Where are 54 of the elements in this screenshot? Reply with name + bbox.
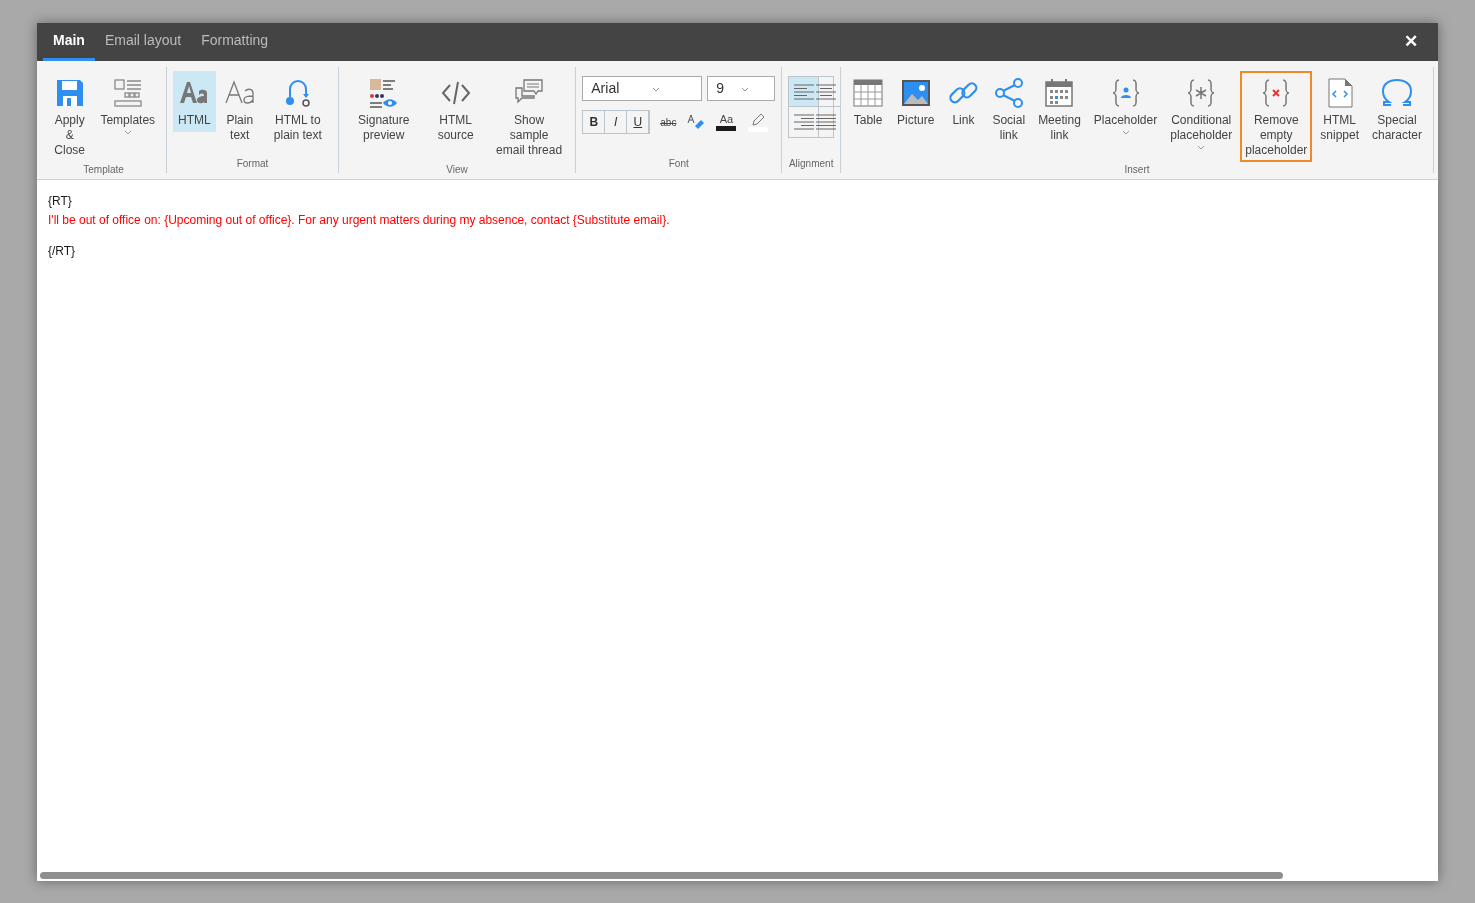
ribbon-button[interactable]: Special character <box>1367 71 1427 147</box>
ribbon-button[interactable]: HTML snippet <box>1315 71 1364 147</box>
scrollbar[interactable] <box>40 872 1283 879</box>
style-toggle[interactable]: U <box>627 111 650 133</box>
font-family-select[interactable]: Arial <box>582 76 703 101</box>
strikethrough-button[interactable]: abc <box>658 114 679 130</box>
caret-icon <box>741 87 750 92</box>
editor-text: I'll be out of office on: {Upcoming out of office}. For any urgent matters during my absence, contact {Substitute email}. <box>48 212 671 229</box>
ribbon-button[interactable]: Link <box>942 71 985 132</box>
ribbon-button[interactable]: HTML <box>173 71 216 132</box>
table-icon <box>852 77 885 109</box>
tab[interactable]: Formatting <box>191 23 279 61</box>
eraser-icon[interactable] <box>686 113 707 131</box>
close-button[interactable]: ✕ <box>1390 23 1432 61</box>
group-label: View <box>446 163 468 177</box>
editor-text: {/RT} <box>48 243 77 260</box>
group-label: Insert <box>1124 163 1150 177</box>
pencil-icon <box>750 112 767 127</box>
editor-text: {RT} <box>48 193 73 210</box>
group-label: Font <box>668 157 689 171</box>
image-icon <box>899 77 932 109</box>
calendar-icon <box>1043 77 1076 109</box>
align-button[interactable] <box>789 77 820 107</box>
ribbon-button[interactable]: Table <box>847 71 890 132</box>
ribbon-button[interactable]: Templates <box>95 71 161 139</box>
ribbon-button[interactable]: Picture <box>892 71 940 132</box>
ribbon-button[interactable]: Social link <box>987 71 1031 147</box>
align-icon <box>814 82 839 101</box>
group-label: Alignment <box>788 157 834 171</box>
ribbon-button[interactable]: Conditional placeholder <box>1165 71 1238 154</box>
group-label: Template <box>83 163 124 177</box>
ribbon-button[interactable]: HTML source <box>425 71 486 147</box>
group-label: Format <box>236 157 269 171</box>
ribbon-button[interactable]: Placeholder <box>1088 71 1163 139</box>
ribbon-button[interactable]: Apply & Close <box>47 71 93 162</box>
ribbon-button[interactable]: Remove empty placeholder <box>1240 71 1313 162</box>
tab[interactable]: Email layout <box>94 23 192 61</box>
style-toggle[interactable]: I <box>605 111 628 133</box>
align-icon <box>791 82 816 101</box>
omega-icon <box>1381 77 1413 109</box>
share-icon <box>992 77 1025 109</box>
caret-icon <box>652 87 661 92</box>
layout-template-icon <box>111 77 144 109</box>
align-icon <box>791 113 816 131</box>
font-color-button[interactable]: Aa <box>714 113 739 131</box>
highlight-button[interactable] <box>746 112 771 132</box>
ribbon-button[interactable]: HTML to plain text <box>263 71 332 147</box>
align-icon <box>814 113 839 131</box>
ribbon-button[interactable]: Meeting link <box>1033 71 1086 147</box>
ribbon-button[interactable]: Show sample email thread <box>488 71 570 162</box>
ribbon-button[interactable]: Signature preview <box>344 71 423 147</box>
ribbon-button[interactable]: Plain text <box>218 71 261 147</box>
font-size-select[interactable]: 9 <box>707 76 776 101</box>
style-toggle[interactable]: B <box>583 111 606 133</box>
